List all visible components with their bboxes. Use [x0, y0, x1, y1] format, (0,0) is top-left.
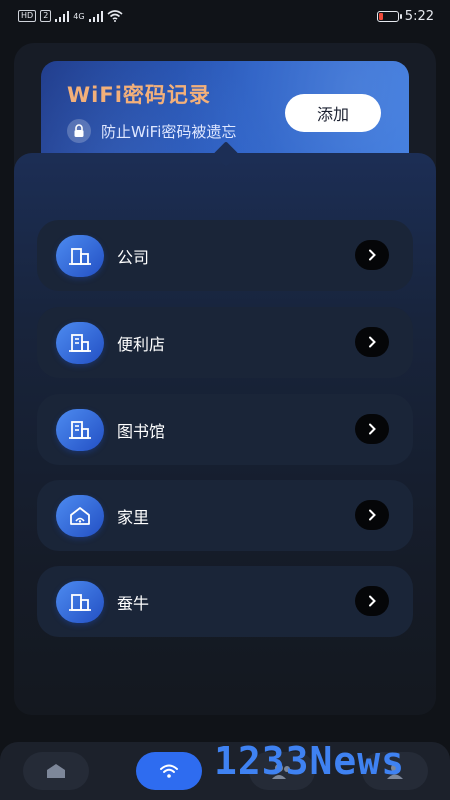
wifi-status-icon: [107, 10, 123, 22]
page-title: WiFi密码记录: [67, 83, 211, 107]
header-subtitle: 防止WiFi密码被遗忘: [67, 119, 236, 143]
watermark-text: 1233News: [214, 739, 406, 783]
library-building-icon: [56, 409, 104, 451]
status-time: 5:22: [404, 8, 434, 24]
wifi-icon: [160, 764, 178, 778]
chevron-right-icon[interactable]: [355, 414, 389, 444]
chevron-right-icon[interactable]: [355, 586, 389, 616]
lock-icon: [67, 119, 91, 143]
battery-icon: [376, 10, 402, 22]
office-building-icon: [56, 235, 104, 277]
list-item-label: 公司: [117, 248, 150, 267]
office-building-icon: [56, 581, 104, 623]
list-item-label: 家里: [117, 508, 150, 527]
nav-wifi-button[interactable]: [136, 752, 202, 790]
nav-home-button[interactable]: [23, 752, 89, 790]
signal-icon: [55, 10, 70, 22]
chevron-right-icon[interactable]: [355, 327, 389, 357]
home-icon: [56, 495, 104, 537]
status-left: HD 2 4G: [18, 10, 123, 22]
list-item-label: 便利店: [117, 335, 166, 354]
list-item[interactable]: 图书馆: [37, 394, 413, 465]
status-right: 5:22: [376, 8, 434, 24]
list-item-label: 图书馆: [117, 422, 166, 441]
home-icon: [47, 764, 65, 778]
signal-icon-2: [88, 10, 103, 22]
hd-tag: HD: [18, 10, 37, 22]
chevron-right-icon[interactable]: [355, 240, 389, 270]
status-bar: HD 2 4G 5:22: [0, 0, 450, 32]
list-item[interactable]: 公司: [37, 220, 413, 291]
list-item[interactable]: 蚕牛: [37, 566, 413, 637]
network-type: 4G: [73, 11, 85, 21]
list-item[interactable]: 便利店: [37, 307, 413, 378]
store-building-icon: [56, 322, 104, 364]
subtitle-text: 防止WiFi密码被遗忘: [101, 122, 237, 141]
list-item-label: 蚕牛: [117, 594, 150, 613]
sim-tag: 2: [40, 10, 52, 22]
battery-fill: [378, 12, 383, 20]
list-item[interactable]: 家里: [37, 480, 413, 551]
chevron-right-icon[interactable]: [355, 500, 389, 530]
add-button[interactable]: 添加: [285, 94, 381, 132]
